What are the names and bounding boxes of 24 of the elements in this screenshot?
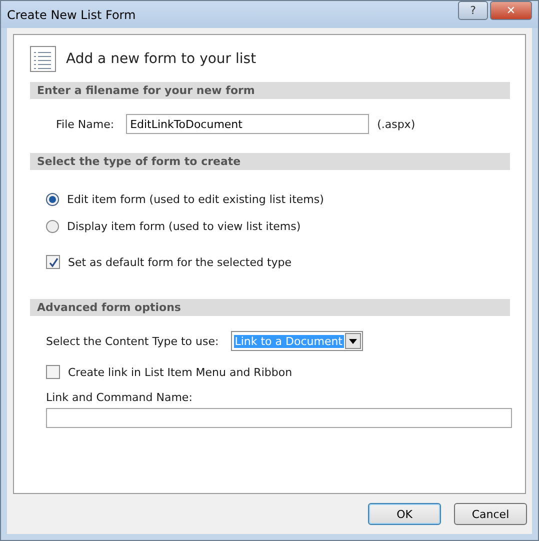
command-name-field[interactable] bbox=[46, 408, 512, 428]
help-button[interactable]: ? bbox=[458, 1, 488, 20]
list-icon bbox=[30, 46, 56, 72]
checkbox[interactable] bbox=[46, 255, 60, 269]
window-title: Create New List Form bbox=[7, 8, 136, 22]
dialog-button[interactable]: Cancel bbox=[454, 503, 527, 525]
dialog-heading: Add a new form to your list bbox=[66, 51, 256, 67]
option-label: Display item form (used to view list items) bbox=[67, 220, 301, 232]
section-header: Select the type of form to create bbox=[30, 153, 510, 170]
field-label: Select the Content Type to use: bbox=[46, 334, 219, 348]
filename-field[interactable]: EditLinkToDocument bbox=[126, 114, 370, 134]
field-label: Link and Command Name: bbox=[46, 391, 194, 404]
section-header: Advanced form options bbox=[30, 299, 510, 316]
caret-icon bbox=[348, 338, 356, 344]
section-header: Enter a filename for your new form bbox=[30, 82, 510, 99]
option-label: Edit item form (used to edit existing list items) bbox=[67, 192, 324, 206]
checkbox[interactable] bbox=[46, 365, 60, 379]
checkbox-label: Create link in List Item Menu and Ribbon bbox=[68, 366, 292, 378]
extension-label: (.aspx) bbox=[377, 118, 416, 130]
radio-button[interactable] bbox=[46, 192, 59, 206]
field-label: File Name: bbox=[56, 118, 114, 130]
radio-button[interactable] bbox=[46, 220, 59, 232]
dialog-button[interactable]: OK bbox=[368, 503, 441, 525]
checkbox-label: Set as default form for the selected type bbox=[68, 256, 292, 268]
